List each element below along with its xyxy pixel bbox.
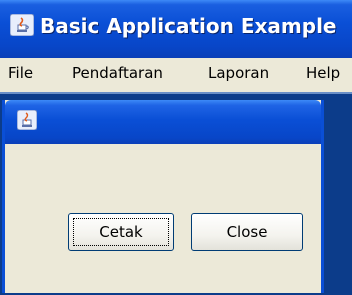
focus-ring xyxy=(73,218,169,246)
menu-laporan[interactable]: Laporan xyxy=(208,64,269,82)
java-cup-icon xyxy=(9,13,35,37)
window-titlebar[interactable]: Basic Application Example xyxy=(0,0,352,58)
close-button-label: Close xyxy=(226,223,268,241)
close-button[interactable]: Close xyxy=(191,213,303,251)
window-title: Basic Application Example xyxy=(40,14,337,38)
menu-help[interactable]: Help xyxy=(306,64,340,82)
menubar: File Pendaftaran Laporan Help xyxy=(0,58,352,92)
cetak-button[interactable]: Cetak xyxy=(68,213,174,251)
java-cup-icon xyxy=(16,109,38,131)
internal-frame: Cetak Close xyxy=(2,100,324,293)
menu-file[interactable]: File xyxy=(8,64,33,82)
internal-frame-titlebar[interactable] xyxy=(5,100,321,144)
menu-pendaftaran[interactable]: Pendaftaran xyxy=(72,64,163,82)
